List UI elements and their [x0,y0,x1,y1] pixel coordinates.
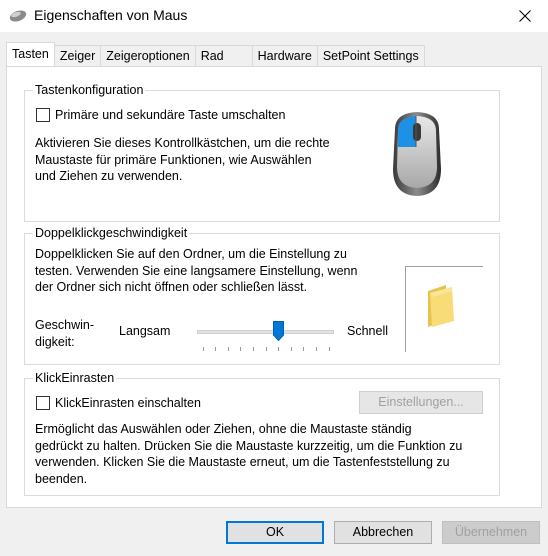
button-config-description: Aktivieren Sie dieses Kontrollkästchen, … [35,135,365,185]
cancel-button[interactable]: Abbrechen [334,521,432,544]
tab-page-tasten: Tastenkonfiguration Primäre und sekundär… [6,66,542,508]
slider-track[interactable] [197,330,334,334]
speed-label: Geschwin- digkeit: [35,317,94,350]
speed-label-line: digkeit: [35,334,75,349]
mouse-illustration [393,112,441,196]
window-title: Eigenschaften von Maus [34,7,188,23]
slider-tick [303,347,304,351]
description-line: beenden. [35,471,88,486]
description-line: Doppelklicken Sie auf den Ordner, um die… [35,247,347,261]
slider-tick [215,347,216,351]
double-click-speed-slider[interactable] [197,321,334,355]
description-line: Ermöglicht das Auswählen oder Ziehen, oh… [35,422,412,436]
description-line: testen. Verwenden Sie eine langsamere Ei… [35,263,358,278]
swap-buttons-label: Primäre und sekundäre Taste umschalten [55,108,286,122]
tab-setpoint-settings[interactable]: SetPoint Settings [316,45,425,66]
tab-hardware[interactable]: Hardware [251,45,318,66]
button-config-title: Tastenkonfiguration [33,83,146,98]
click-lock-label: KlickEinrasten einschalten [55,396,201,410]
description-line: Aktivieren Sie dieses Kontrollkästchen, … [35,136,330,150]
description-line: Maustaste für primäre Funktionen, wie Au… [35,152,312,167]
double-click-title: Doppelklickgeschwindigkeit [33,226,190,241]
speed-label-line: Geschwin- [35,318,95,332]
description-line: und Ziehen zu verwenden. [35,169,183,183]
slider-tick [278,347,279,351]
folder-icon[interactable] [406,267,484,353]
slider-tick [228,347,229,351]
description-line: der Ordner sich nicht öffnen oder schlie… [35,280,308,294]
click-lock-title: KlickEinrasten [33,371,117,386]
slider-tick [329,347,330,351]
slider-tick [253,347,254,351]
tab-rad[interactable]: Rad [194,45,253,66]
slider-ticks [197,347,334,353]
slider-tick [203,347,204,351]
title-bar: Eigenschaften von Maus [0,0,548,32]
swap-buttons-checkbox-row[interactable]: Primäre und sekundäre Taste umschalten [36,108,285,122]
swap-buttons-checkbox[interactable] [36,108,50,122]
description-line: verwenden. Klicken Sie die Maustaste ern… [35,455,450,469]
tab-zeigeroptionen[interactable]: Zeigeroptionen [100,45,196,66]
click-lock-description: Ermöglicht das Auswählen oder Ziehen, oh… [35,421,495,487]
slider-tick [240,347,241,351]
double-click-description: Doppelklicken Sie auf den Ordner, um die… [35,246,395,296]
test-folder-area[interactable] [405,266,483,352]
click-lock-checkbox[interactable] [36,396,50,410]
slider-tick [266,347,267,351]
tab-zeiger[interactable]: Zeiger [53,45,102,66]
slider-thumb[interactable] [273,321,284,341]
slider-tick [291,347,292,351]
tab-strip: Tasten Zeiger Zeigeroptionen Rad Hardwar… [6,42,425,66]
apply-button[interactable]: Übernehmen [442,521,540,544]
close-button[interactable] [502,0,548,32]
close-icon [519,10,531,22]
mouse-app-icon [9,10,27,22]
slow-label: Langsam [119,324,171,338]
slider-tick [316,347,317,351]
fast-label: Schnell [347,324,388,338]
click-lock-checkbox-row[interactable]: KlickEinrasten einschalten [36,396,201,410]
click-lock-settings-button[interactable]: Einstellungen... [359,391,483,414]
ok-button[interactable]: OK [226,521,324,544]
tab-tasten[interactable]: Tasten [6,42,55,66]
description-line: gedrückt zu halten. Drücken Sie die Maus… [35,438,463,453]
